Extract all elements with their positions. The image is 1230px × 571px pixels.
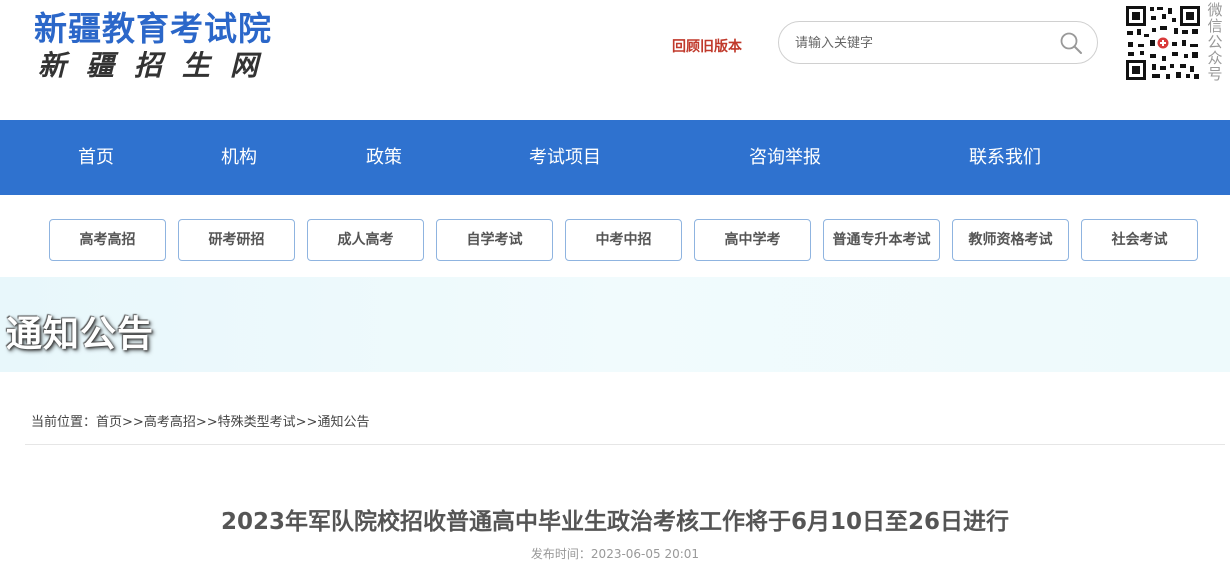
main-nav: 首页 机构 政策 考试项目 咨询举报 联系我们: [0, 120, 1230, 195]
site-header: 新疆教育考试院 新疆招生网 回顾旧版本 请输入关键字 微信公众号: [0, 0, 1230, 120]
breadcrumb-special-exam[interactable]: 特殊类型考试: [218, 415, 296, 430]
category-high-school-academic[interactable]: 高中学考: [694, 219, 811, 261]
old-version-link[interactable]: 回顾旧版本: [672, 36, 742, 56]
nav-item-exam-projects[interactable]: 考试项目: [510, 120, 620, 195]
breadcrumb-separator: >>: [122, 415, 144, 430]
publish-time: 发布时间：2023-06-05 20:01: [530, 547, 700, 561]
breadcrumb-separator: >>: [195, 415, 218, 430]
breadcrumb-separator: >>: [295, 415, 318, 430]
category-gaokao[interactable]: 高考高招: [49, 219, 166, 261]
qr-code-icon: [1124, 4, 1202, 82]
nav-item-policy[interactable]: 政策: [346, 120, 422, 195]
breadcrumb-divider: [25, 444, 1225, 445]
logo-title[interactable]: 新疆教育考试院: [34, 2, 272, 50]
category-adult-exam[interactable]: 成人高考: [307, 219, 424, 261]
breadcrumb-gaokao[interactable]: 高考高招: [144, 415, 196, 430]
category-social-exam[interactable]: 社会考试: [1081, 219, 1198, 261]
category-teacher-cert[interactable]: 教师资格考试: [952, 219, 1069, 261]
nav-item-inquiry-report[interactable]: 咨询举报: [730, 120, 840, 195]
logo-subtitle[interactable]: 新疆招生网: [38, 44, 278, 84]
section-banner: [0, 277, 1230, 372]
breadcrumb: 当前位置：首页>>高考高招>>特殊类型考试>>通知公告: [31, 411, 369, 430]
search-input[interactable]: [795, 32, 1045, 54]
nav-item-contact-us[interactable]: 联系我们: [950, 120, 1060, 195]
nav-item-home[interactable]: 首页: [58, 120, 134, 195]
category-self-study-exam[interactable]: 自学考试: [436, 219, 553, 261]
breadcrumb-home[interactable]: 首页: [96, 415, 122, 430]
article-title: 2023年军队院校招收普通高中毕业生政治考核工作将于6月10日至26日进行: [220, 509, 1010, 535]
search-icon[interactable]: [1059, 31, 1083, 55]
qr-label: 微信公众号: [1207, 1, 1223, 83]
category-zhongkao[interactable]: 中考中招: [565, 219, 682, 261]
nav-item-organization[interactable]: 机构: [201, 120, 277, 195]
banner-title: 通知公告: [6, 314, 155, 355]
category-graduate-exam[interactable]: 研考研招: [178, 219, 295, 261]
search-box: [778, 21, 1098, 64]
category-upgrade-exam[interactable]: 普通专升本考试: [823, 219, 940, 261]
breadcrumb-notice[interactable]: 通知公告: [317, 415, 369, 430]
breadcrumb-prefix: 当前位置：: [31, 415, 97, 430]
